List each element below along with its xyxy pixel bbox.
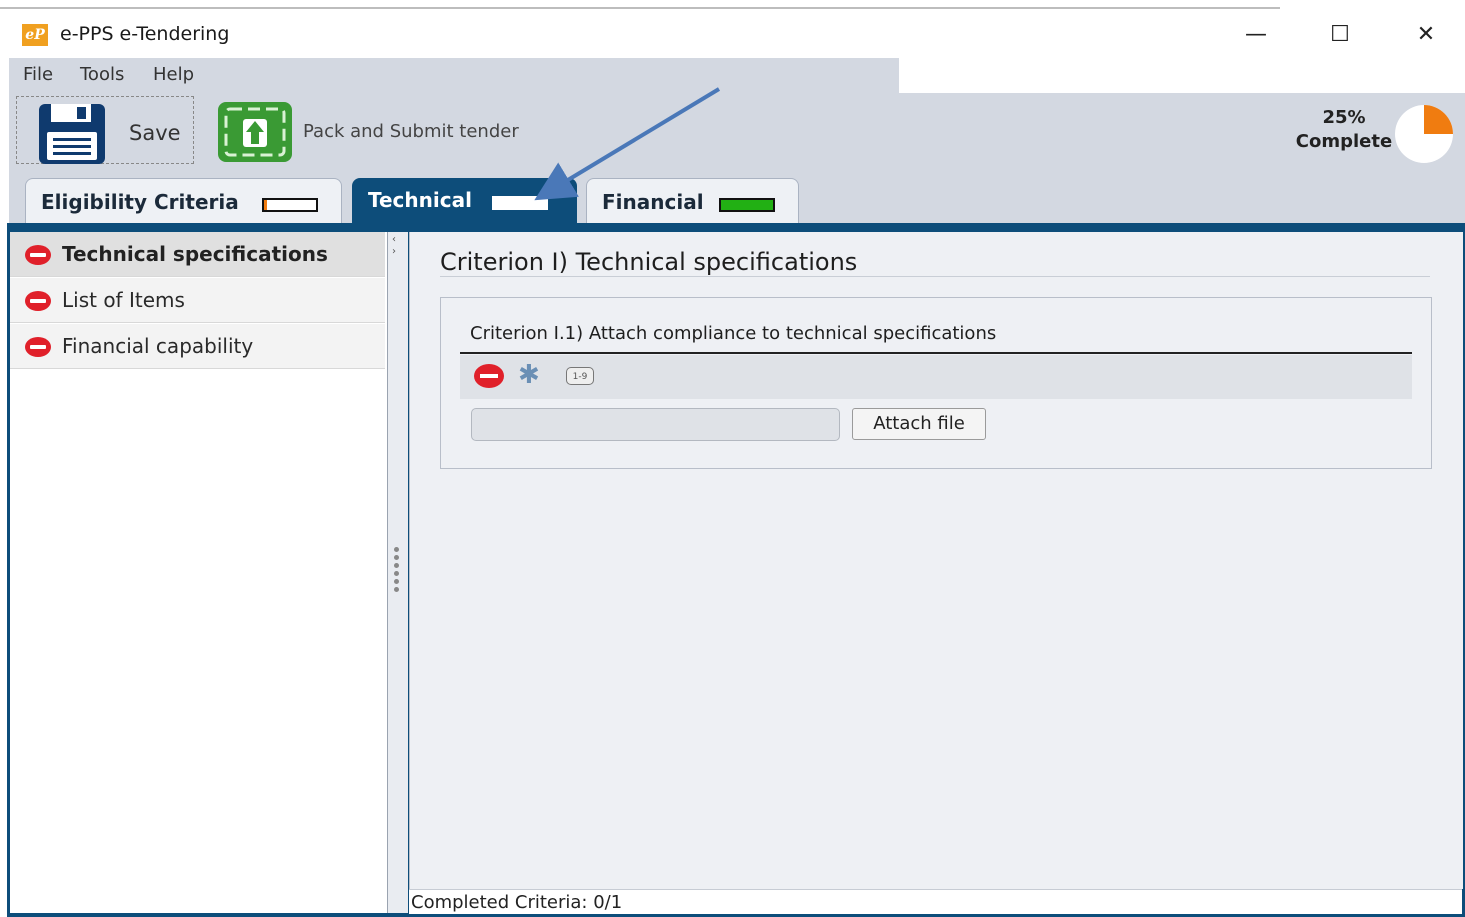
tab-label: Eligibility Criteria [41,190,239,214]
tab-eligibility-criteria[interactable]: Eligibility Criteria [25,178,342,223]
status-bar-technical [492,196,548,210]
sub-criterion-title: Criterion I.1) Attach compliance to tech… [470,323,997,344]
save-button-label: Save [129,121,181,145]
sidebar-item-technical-specifications[interactable]: Technical specifications [10,232,385,277]
attach-file-button[interactable]: Attach file [852,408,986,440]
menu-bar: File Tools Help [9,58,899,93]
tab-strip: Eligibility Criteria Technical Financial [9,175,1465,223]
stop-icon [474,364,504,388]
sidebar-item-label: List of Items [62,288,185,312]
save-button[interactable]: Save [16,96,194,164]
sidebar-item-financial-capability[interactable]: Financial capability [10,324,385,369]
close-button[interactable]: ✕ [1406,18,1446,52]
status-bar-eligibility [262,198,318,212]
status-icon-row: ✱ 1-9 [460,355,1412,399]
sidebar-item-label: Financial capability [62,334,254,358]
asterisk-icon: ✱ [518,360,540,390]
stop-icon [25,337,51,357]
tab-technical[interactable]: Technical [352,178,577,223]
maximize-button[interactable]: ☐ [1320,18,1360,52]
menu-file[interactable]: File [23,64,53,85]
window-title: e-PPS e-Tendering [60,23,230,45]
title-bar: eP e-PPS e-Tendering — ☐ ✕ [0,14,1465,58]
criteria-sidebar: Technical specifications List of Items F… [10,232,388,913]
floppy-disk-icon [39,104,105,164]
toolbar: Save Pack and Submit tender 25% Complete [9,93,1465,175]
splitter[interactable]: ‹ › [388,232,408,913]
status-bar: Completed Criteria: 0/1 [409,889,1462,914]
criterion-title: Criterion I) Technical specifications [440,248,858,276]
tab-financial[interactable]: Financial [586,178,799,223]
progress-percent: 25% [1322,107,1366,128]
stop-icon [25,291,51,311]
stop-icon [25,245,51,265]
collapse-arrows-icon[interactable]: ‹ › [392,234,396,258]
menu-help[interactable]: Help [153,64,194,85]
grip-icon[interactable] [394,547,400,595]
pack-submit-label[interactable]: Pack and Submit tender [303,121,519,142]
tab-label: Financial [602,190,704,214]
top-border [0,0,1465,10]
sub-criterion-box: Criterion I.1) Attach compliance to tech… [440,297,1432,469]
progress-pie-icon [1395,105,1453,163]
sidebar-item-label: Technical specifications [62,242,328,266]
number-range-icon: 1-9 [566,367,594,385]
menu-tools[interactable]: Tools [80,64,124,85]
progress-pie-slice [1424,105,1453,134]
pack-submit-icon[interactable] [217,101,293,163]
completed-criteria-text: Completed Criteria: 0/1 [411,892,623,913]
divider [440,276,1430,277]
status-bar-financial [719,198,775,212]
file-path-field[interactable] [471,408,840,441]
minimize-button[interactable]: — [1236,18,1276,52]
app-logo-icon: eP [22,24,48,46]
progress-complete-label: Complete [1295,131,1393,152]
tab-label: Technical [368,188,472,212]
divider [460,352,1412,354]
criterion-panel: Criterion I) Technical specifications Cr… [409,232,1463,889]
sidebar-item-list-of-items[interactable]: List of Items [10,278,385,323]
progress-text: 25% Complete [1279,106,1409,154]
